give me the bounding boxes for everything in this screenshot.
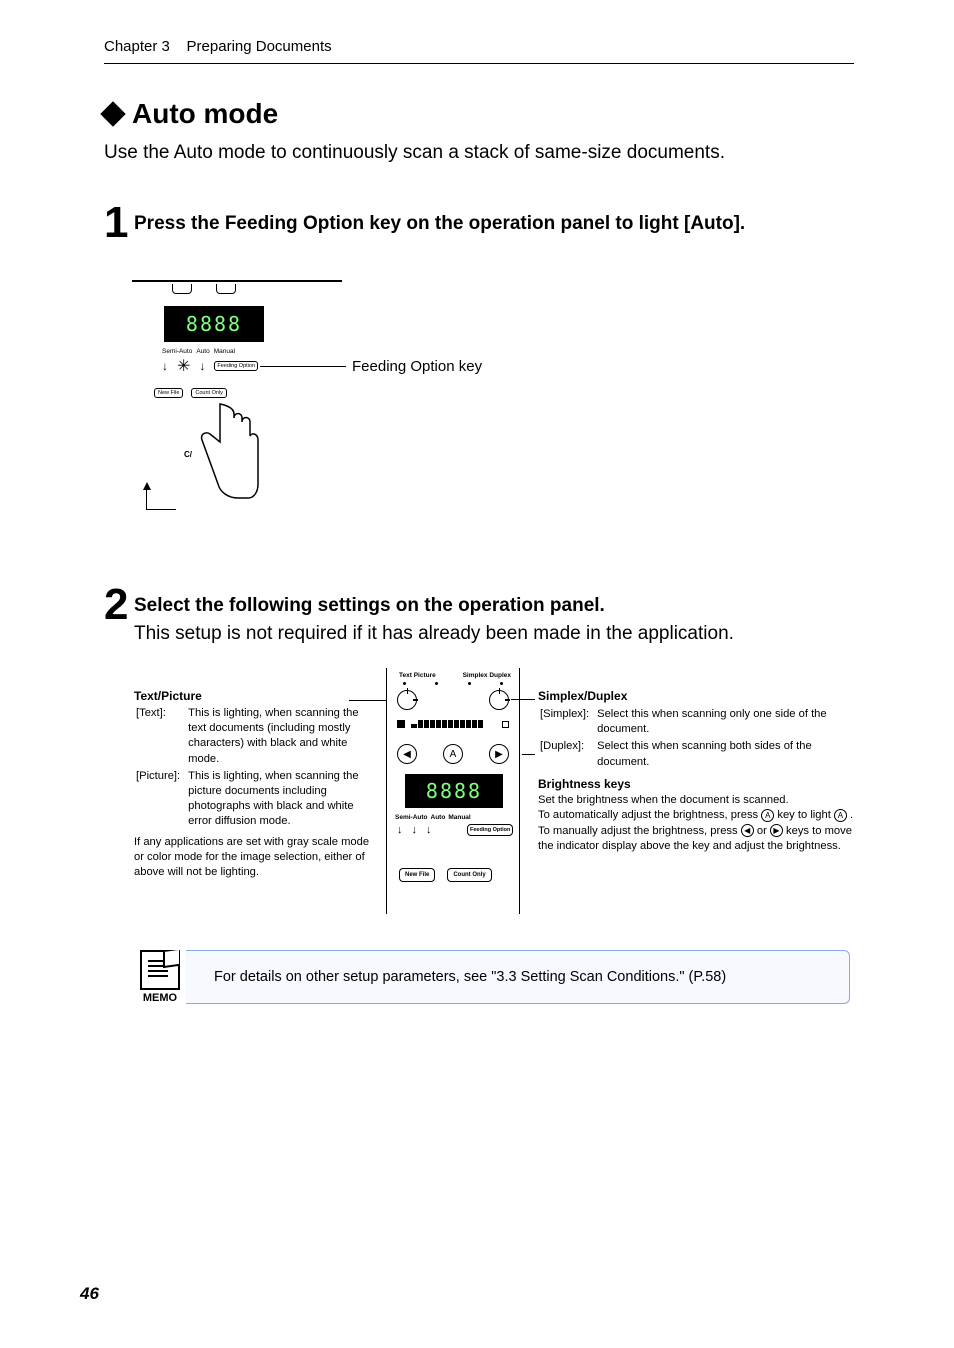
operation-panel: Text Picture Simplex Duplex ◀ A ▶ 8888 S… — [386, 668, 520, 914]
connector-icon — [216, 284, 236, 294]
header-rule — [104, 63, 854, 64]
figure-panel-1: 8888 Semi-Auto Auto Manual ↓ ✳ ↓ Feeding… — [132, 280, 342, 510]
arrow-down-icon: ↓ — [162, 359, 168, 373]
text-picture-table: [Text]: This is lighting, when scanning … — [134, 704, 380, 831]
step-description: This setup is not required if it has alr… — [134, 620, 734, 648]
page-number: 46 — [80, 1284, 99, 1304]
figure-panel-2: Text/Picture [Text]: This is lighting, w… — [134, 668, 854, 928]
right-key-icon: ▶ — [770, 824, 783, 837]
indicator-dots — [387, 682, 519, 685]
arrow-down-icon: ↓ — [426, 824, 432, 836]
dial-row — [387, 690, 519, 710]
lcd-display: 8888 — [164, 306, 264, 342]
page-header: Chapter 3 Preparing Documents — [104, 38, 854, 64]
mode-labels: Semi-Auto Auto Manual — [395, 814, 471, 821]
duplex-desc: Select this when scanning both sides of … — [597, 739, 866, 770]
brightness-bar — [387, 720, 519, 728]
feeding-option-button: Feeding Option — [467, 824, 513, 836]
mode-arrows: ↓ ↓ ↓ — [397, 824, 432, 836]
brightness-line2: To automatically adjust the brightness, … — [538, 808, 868, 823]
count-only-button: Count Only — [191, 388, 227, 398]
arrow-down-icon: ↓ — [397, 824, 403, 836]
lcd-display: 8888 — [405, 774, 503, 808]
leader-line — [522, 754, 535, 755]
left-arrow-button: ◀ — [397, 744, 417, 764]
panel-buttons: New File Count Only — [154, 388, 227, 398]
duplex-label: [Duplex]: — [540, 739, 595, 770]
text-picture-dial — [397, 690, 417, 710]
text-label: [Text]: — [136, 706, 186, 766]
memo-box: ✎ MEMO For details on other setup parame… — [134, 950, 850, 1004]
brightness-keys-title: Brightness keys — [538, 776, 868, 793]
brightness-keys: ◀ A ▶ — [387, 744, 519, 764]
feeding-option-callout: Feeding Option key — [352, 358, 482, 375]
a-key-icon: A — [834, 809, 847, 822]
simplex-duplex-title: Simplex/Duplex — [538, 688, 868, 705]
text-picture-title: Text/Picture — [134, 688, 380, 704]
right-arrow-button: ▶ — [489, 744, 509, 764]
count-only-button: Count Only — [447, 868, 491, 882]
cl-label: C/ — [184, 450, 192, 459]
arrow-down-icon: ↓ — [412, 824, 418, 836]
hand-pointer-icon — [192, 402, 262, 502]
mode-arrows: ↓ ✳ ↓ Feeding Option — [162, 356, 258, 376]
top-labels: Text Picture Simplex Duplex — [387, 672, 519, 679]
filled-square-icon — [397, 720, 405, 728]
memo-label: MEMO — [143, 992, 177, 1004]
brightness-line1: Set the brightness when the document is … — [538, 793, 868, 808]
auto-indicator-icon: ✳ — [177, 356, 190, 376]
chapter-title: Preparing Documents — [187, 38, 332, 55]
text-picture-note: If any applications are set with gray sc… — [134, 835, 380, 880]
simplex-label: [Simplex]: — [540, 707, 595, 738]
step-number: 1 — [104, 198, 128, 248]
section-title-text: Auto mode — [132, 98, 278, 130]
annotation-right: Simplex/Duplex [Simplex]: Select this wh… — [538, 688, 868, 855]
annotation-text-picture: Text/Picture [Text]: This is lighting, w… — [134, 688, 380, 880]
feeding-option-button: Feeding Option — [214, 361, 258, 371]
step-heading: Select the following settings on the ope… — [134, 592, 734, 620]
new-file-button: New File — [399, 868, 435, 882]
mode-labels: Semi-Auto Auto Manual — [162, 348, 235, 355]
text-desc: This is lighting, when scanning the text… — [188, 706, 378, 766]
simplex-duplex-dial — [489, 690, 509, 710]
corner-icon — [146, 490, 176, 510]
picture-label: [Picture]: — [136, 769, 186, 829]
section-title: Auto mode — [104, 98, 278, 130]
leader-line — [511, 699, 535, 700]
memo-text: For details on other setup parameters, s… — [196, 950, 850, 1004]
memo-icon: ✎ MEMO — [134, 950, 186, 1004]
step-heading: Press the Feeding Option key on the oper… — [134, 210, 745, 238]
leader-line — [349, 700, 387, 701]
panel-buttons: New File Count Only — [399, 868, 492, 882]
a-button: A — [443, 744, 463, 764]
connector-icon — [172, 284, 192, 294]
chapter-label: Chapter 3 — [104, 38, 170, 55]
a-key-icon: A — [761, 809, 774, 822]
new-file-button: New File — [154, 388, 183, 398]
simplex-desc: Select this when scanning only one side … — [597, 707, 866, 738]
arrow-down-icon: ↓ — [199, 359, 205, 373]
leader-line — [260, 366, 346, 367]
diamond-icon — [100, 101, 125, 126]
step-number: 2 — [104, 580, 128, 630]
section-intro: Use the Auto mode to continuously scan a… — [104, 142, 725, 164]
step-1: 1 Press the Feeding Option key on the op… — [104, 210, 745, 238]
left-key-icon: ◀ — [741, 824, 754, 837]
simplex-duplex-table: [Simplex]: Select this when scanning onl… — [538, 705, 868, 773]
picture-desc: This is lighting, when scanning the pict… — [188, 769, 378, 829]
empty-square-icon — [502, 721, 509, 728]
brightness-line3: To manually adjust the brightness, press… — [538, 824, 868, 855]
step-2: 2 Select the following settings on the o… — [104, 592, 734, 647]
